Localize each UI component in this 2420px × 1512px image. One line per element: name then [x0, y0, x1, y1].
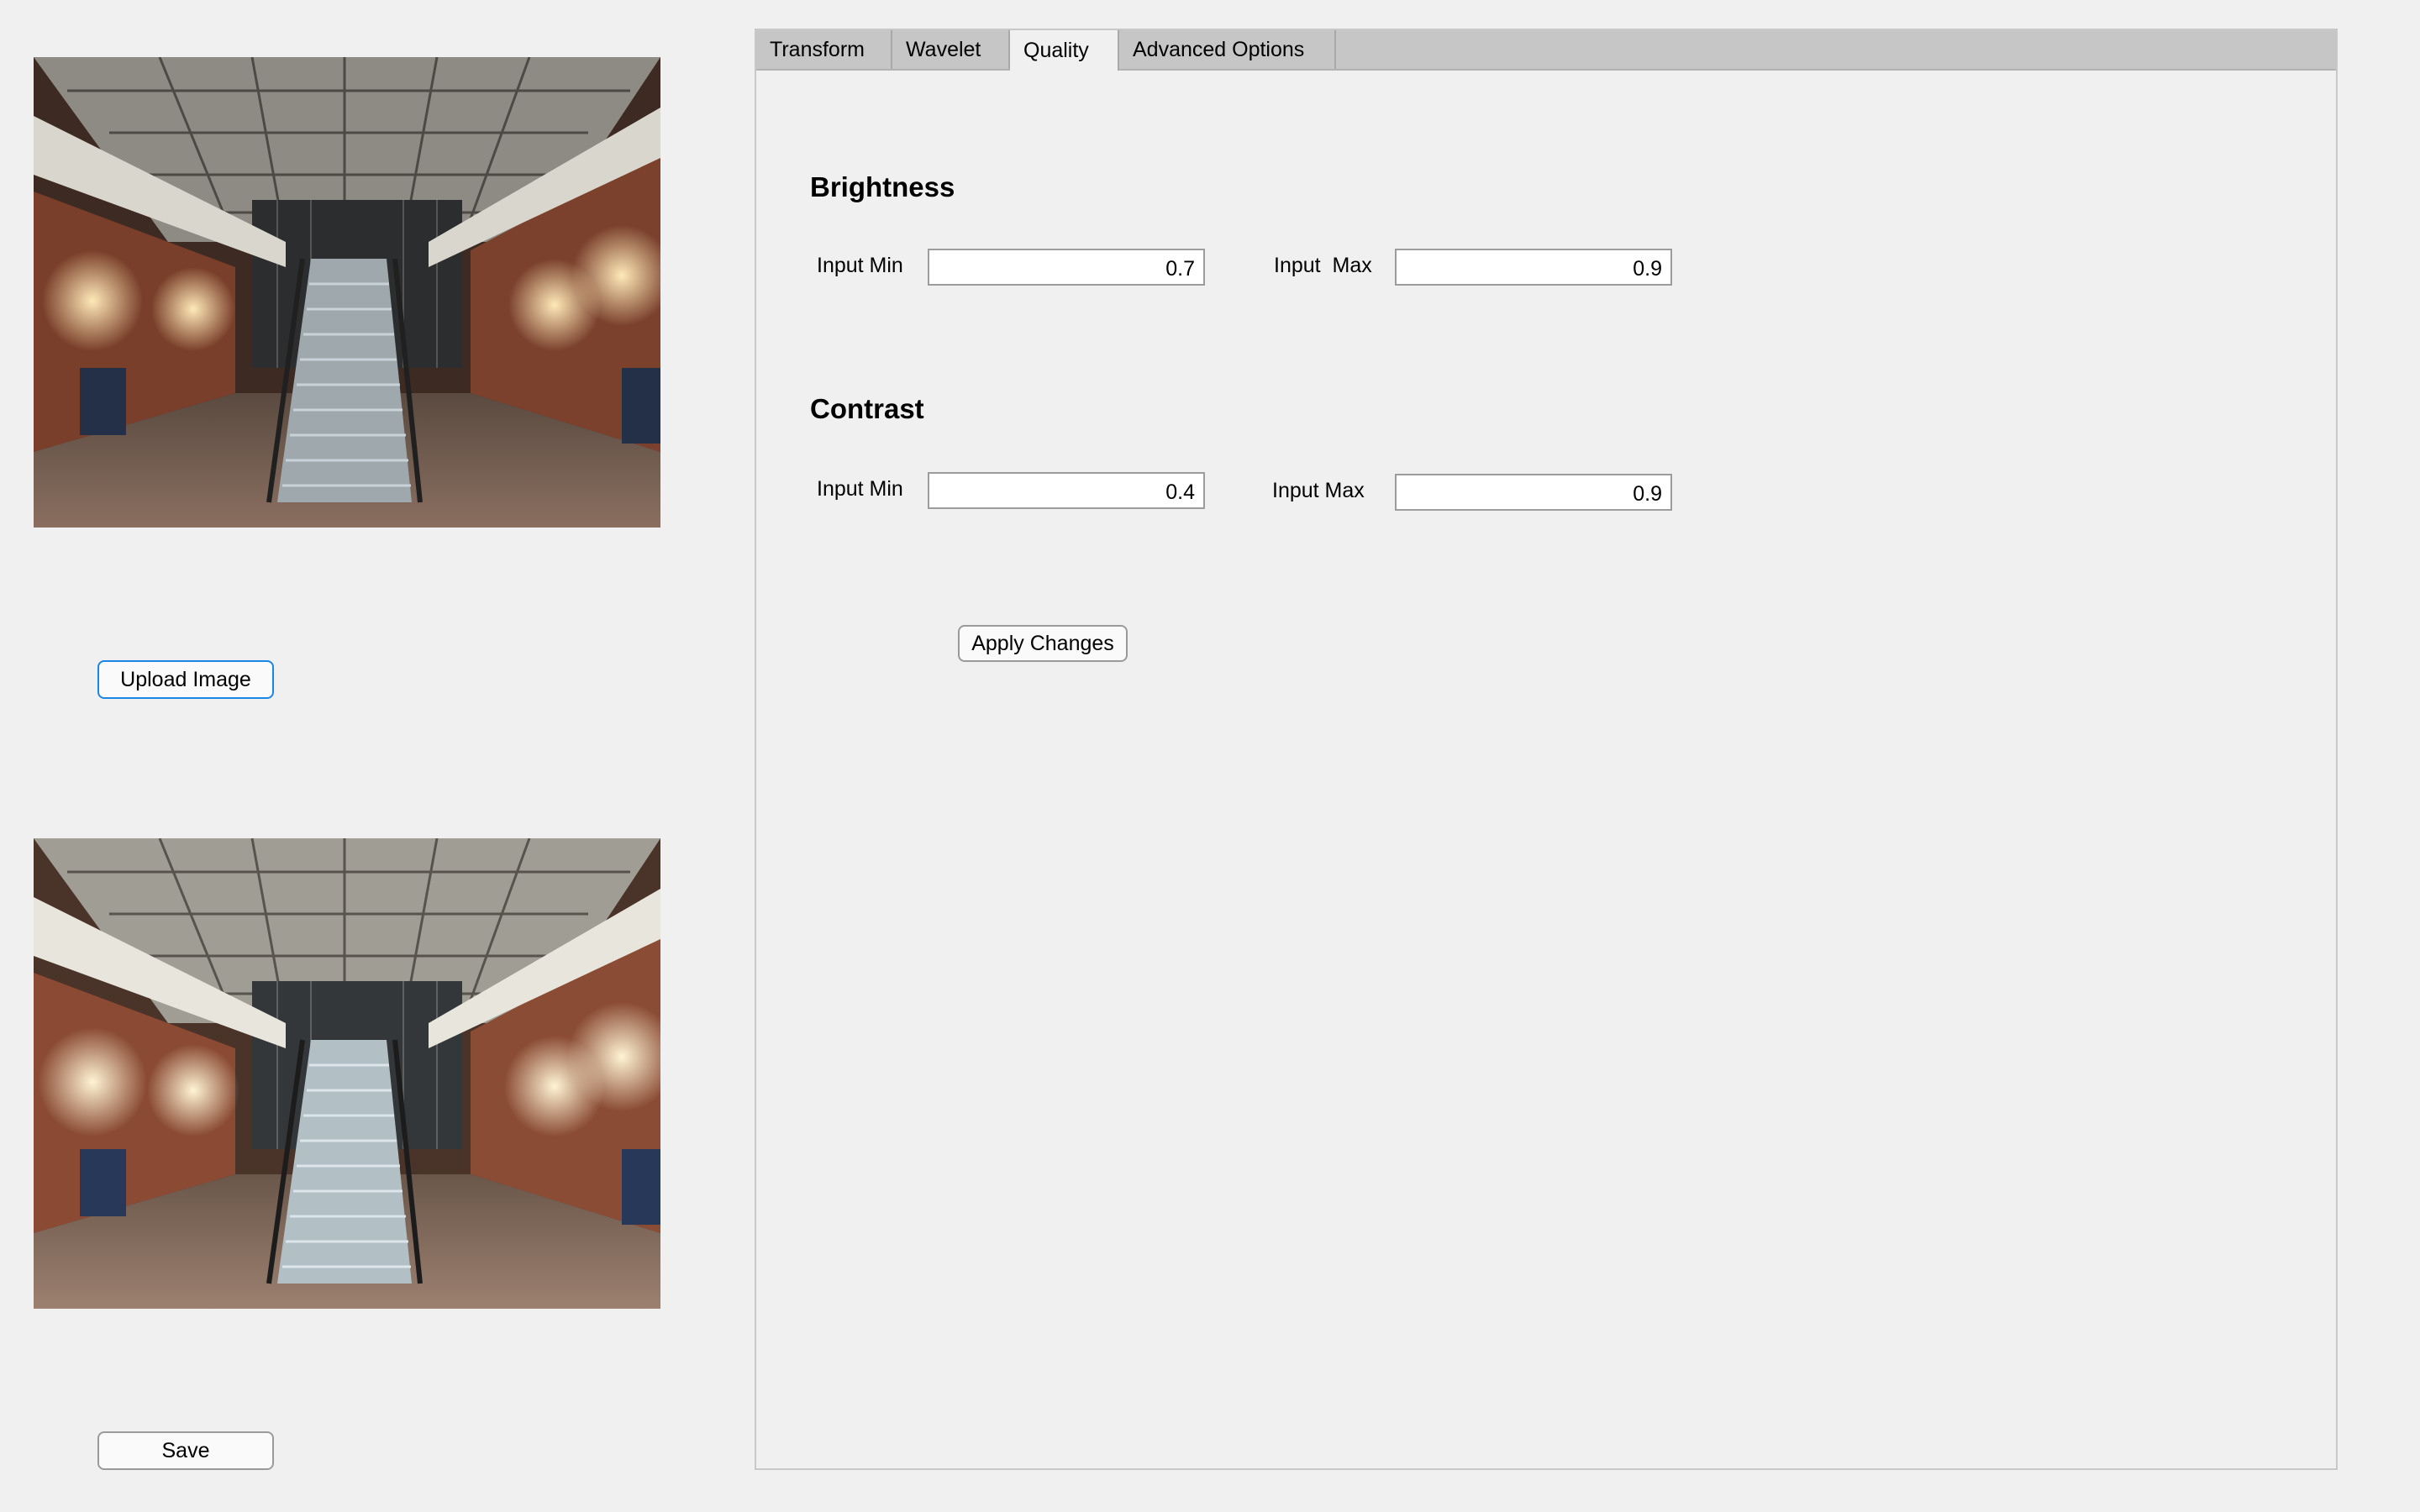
save-button[interactable]: Save — [97, 1431, 274, 1470]
brightness-input-max-field[interactable] — [1395, 249, 1672, 286]
contrast-input-min-label: Input Min — [817, 477, 903, 501]
brightness-input-min-label: Input Min — [817, 254, 903, 277]
tab-bar: Transform Wavelet Quality Advanced Optio… — [756, 30, 2336, 71]
tab-wavelet[interactable]: Wavelet — [892, 30, 1010, 69]
tab-quality[interactable]: Quality — [1010, 30, 1119, 71]
processed-image-preview — [34, 838, 660, 1309]
staircase-photo — [34, 838, 660, 1309]
contrast-input-max-label: Input Max — [1272, 479, 1365, 502]
upload-image-button[interactable]: Upload Image — [97, 660, 274, 699]
contrast-input-max-field[interactable] — [1395, 474, 1672, 511]
contrast-heading: Contrast — [810, 393, 924, 424]
tab-transform[interactable]: Transform — [756, 30, 892, 69]
brightness-input-min-field[interactable] — [928, 249, 1205, 286]
original-image-preview — [34, 57, 660, 528]
staircase-photo — [34, 57, 660, 528]
tab-panel: Transform Wavelet Quality Advanced Optio… — [755, 29, 2338, 1470]
contrast-input-min-field[interactable] — [928, 472, 1205, 509]
apply-changes-button[interactable]: Apply Changes — [958, 625, 1128, 662]
brightness-input-max-label: Input Max — [1274, 254, 1372, 277]
brightness-heading: Brightness — [810, 171, 955, 202]
tab-advanced-options[interactable]: Advanced Options — [1119, 30, 1336, 69]
